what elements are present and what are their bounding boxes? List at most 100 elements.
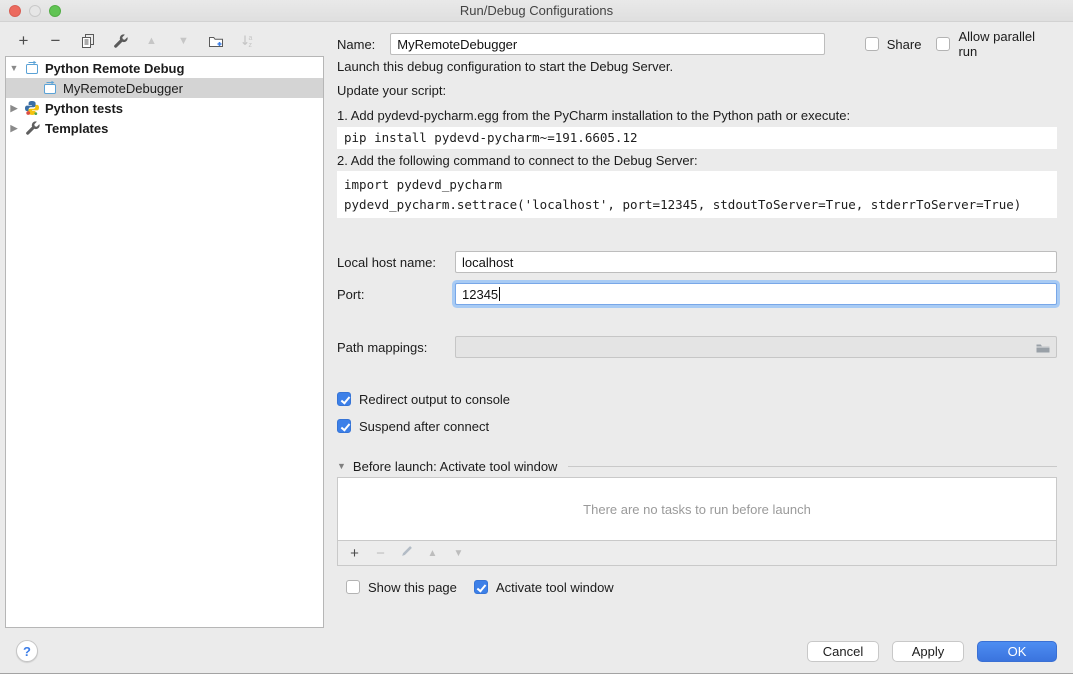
tree-item-label: Python tests <box>45 101 123 116</box>
copy-configuration-button[interactable] <box>78 31 97 51</box>
before-launch-task-list[interactable]: There are no tasks to run before launch <box>337 477 1057 541</box>
configuration-form: Name: MyRemoteDebugger Share Allow paral… <box>337 22 1057 634</box>
redirect-output-checkbox[interactable] <box>337 392 351 406</box>
pip-install-code: pip install pydevd-pycharm~=191.6605.12 <box>337 127 1057 149</box>
dialog-buttons: Cancel Apply OK <box>807 641 1057 662</box>
tree-item-label: Python Remote Debug <box>45 61 184 76</box>
move-up-button[interactable] <box>142 31 161 51</box>
activate-tool-window-checkbox-row[interactable]: Activate tool window <box>474 580 614 595</box>
activate-tool-window-label: Activate tool window <box>496 580 614 595</box>
wrench-icon <box>24 120 40 136</box>
name-value: MyRemoteDebugger <box>397 37 517 52</box>
divider <box>568 466 1057 467</box>
help-button[interactable]: ? <box>16 640 38 662</box>
minus-icon: − <box>376 545 385 562</box>
name-input[interactable]: MyRemoteDebugger <box>390 33 824 55</box>
allow-parallel-run-checkbox-row[interactable]: Allow parallel run <box>936 29 1057 59</box>
edit-task-button[interactable] <box>398 545 415 562</box>
share-checkbox-row[interactable]: Share <box>865 37 922 52</box>
chevron-down-icon[interactable]: ▼ <box>6 63 22 73</box>
local-host-name-label: Local host name: <box>337 255 455 270</box>
chevron-right-icon[interactable]: ▶ <box>6 103 22 114</box>
path-mappings-label: Path mappings: <box>337 340 455 355</box>
activate-tool-window-checkbox[interactable] <box>474 580 488 594</box>
port-input[interactable]: 12345 <box>455 283 1057 305</box>
settrace-code-line-1: import pydevd_pycharm <box>344 175 1050 195</box>
pencil-icon <box>400 544 414 562</box>
empty-tasks-text: There are no tasks to run before launch <box>583 502 811 517</box>
zoom-window-button[interactable] <box>49 5 61 17</box>
local-host-name-input[interactable]: localhost <box>455 251 1057 273</box>
chevron-down-icon[interactable]: ▼ <box>337 461 346 471</box>
new-folder-button[interactable] <box>206 31 225 51</box>
pip-install-command: pip install pydevd-pycharm~=191.6605.12 <box>344 128 1050 148</box>
window-title: Run/Debug Configurations <box>0 0 1073 21</box>
move-down-button[interactable] <box>174 31 193 51</box>
sort-az-icon: az <box>240 33 256 49</box>
remote-debug-icon <box>42 80 58 96</box>
cancel-button[interactable]: Cancel <box>807 641 879 662</box>
allow-parallel-run-label: Allow parallel run <box>958 29 1057 59</box>
plus-icon: + <box>19 31 29 51</box>
path-mappings-input[interactable] <box>455 336 1057 358</box>
show-this-page-checkbox[interactable] <box>346 580 360 594</box>
apply-button[interactable]: Apply <box>892 641 964 662</box>
copy-icon <box>80 33 96 49</box>
share-label: Share <box>887 37 922 52</box>
intro-text-1: Launch this debug configuration to start… <box>337 59 1057 74</box>
tree-item-templates[interactable]: ▶ Templates <box>6 118 323 138</box>
port-label: Port: <box>337 287 455 302</box>
edit-templates-button[interactable] <box>110 31 129 51</box>
run-debug-configurations-dialog: Run/Debug Configurations + − az ▼ <box>0 0 1073 674</box>
tree-item-python-tests[interactable]: ▶ Python tests <box>6 98 323 118</box>
move-task-up-button[interactable] <box>424 545 441 562</box>
step-1-text: 1. Add pydevd-pycharm.egg from the PyCha… <box>337 108 1057 123</box>
redirect-output-label: Redirect output to console <box>359 392 510 407</box>
show-this-page-checkbox-row[interactable]: Show this page <box>346 580 457 595</box>
browse-folder-icon[interactable] <box>1035 340 1051 359</box>
port-value: 12345 <box>462 287 498 302</box>
close-window-button[interactable] <box>9 5 21 17</box>
before-launch-title: Before launch: Activate tool window <box>353 459 558 474</box>
add-task-button[interactable]: + <box>346 545 363 562</box>
minimize-window-button[interactable] <box>29 5 41 17</box>
suspend-after-connect-checkbox[interactable] <box>337 419 351 433</box>
add-configuration-button[interactable]: + <box>14 31 33 51</box>
question-mark-icon: ? <box>23 644 31 659</box>
redirect-output-checkbox-row[interactable]: Redirect output to console <box>337 389 1057 409</box>
configurations-tree: ▼ Python Remote Debug MyRemoteDebugger ▶… <box>5 56 324 628</box>
tree-item-myremotedebugger[interactable]: MyRemoteDebugger <box>6 78 323 98</box>
show-this-page-label: Show this page <box>368 580 457 595</box>
remove-task-button[interactable]: − <box>372 545 389 562</box>
sort-configurations-button[interactable]: az <box>238 31 257 51</box>
arrow-up-icon <box>146 35 157 47</box>
ok-button[interactable]: OK <box>977 641 1057 662</box>
svg-text:a: a <box>248 35 252 42</box>
plus-icon: + <box>350 545 359 562</box>
chevron-right-icon[interactable]: ▶ <box>6 123 22 134</box>
python-tests-icon <box>24 100 40 116</box>
arrow-down-icon <box>454 548 464 559</box>
allow-parallel-run-checkbox[interactable] <box>936 37 950 51</box>
new-folder-icon <box>208 33 224 49</box>
step-2-text: 2. Add the following command to connect … <box>337 153 1057 168</box>
wrench-icon <box>112 33 128 49</box>
titlebar: Run/Debug Configurations <box>0 0 1073 22</box>
configurations-toolbar: + − az <box>14 29 257 53</box>
settrace-code: import pydevd_pycharm pydevd_pycharm.set… <box>337 171 1057 218</box>
before-launch-header[interactable]: ▼ Before launch: Activate tool window <box>337 456 1057 476</box>
suspend-after-connect-label: Suspend after connect <box>359 419 489 434</box>
tree-item-python-remote-debug[interactable]: ▼ Python Remote Debug <box>6 58 323 78</box>
tree-item-label: Templates <box>45 121 108 136</box>
remove-configuration-button[interactable]: − <box>46 31 65 51</box>
text-caret <box>499 287 500 301</box>
local-host-name-value: localhost <box>462 255 513 270</box>
name-label: Name: <box>337 37 375 52</box>
arrow-up-icon <box>428 548 438 559</box>
share-checkbox[interactable] <box>865 37 879 51</box>
arrow-down-icon <box>178 35 189 47</box>
move-task-down-button[interactable] <box>450 545 467 562</box>
settrace-code-line-2: pydevd_pycharm.settrace('localhost', por… <box>344 195 1050 215</box>
suspend-after-connect-checkbox-row[interactable]: Suspend after connect <box>337 416 1057 436</box>
intro-text-2: Update your script: <box>337 83 1057 98</box>
